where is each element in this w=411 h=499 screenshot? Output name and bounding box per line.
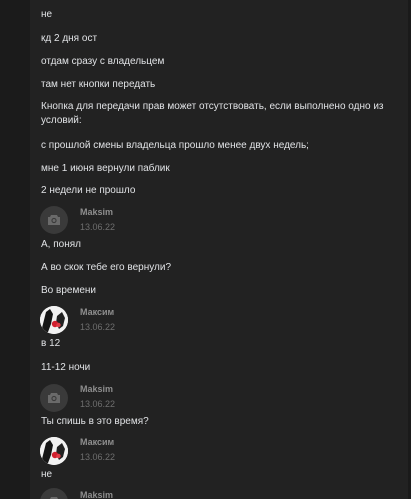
message-date: 13.06.22 bbox=[80, 399, 116, 409]
avatar[interactable] bbox=[40, 206, 68, 234]
message-date: 13.06.22 bbox=[80, 222, 116, 232]
message-text: 11-12 ночи bbox=[41, 362, 91, 373]
message-text: мне 1 июня вернули паблик bbox=[41, 163, 170, 174]
avatar[interactable] bbox=[40, 384, 68, 412]
message-author[interactable]: Maksim bbox=[80, 384, 113, 394]
message-text: А во скок тебе его вернули? bbox=[41, 262, 171, 273]
camera-icon bbox=[48, 393, 60, 403]
camera-icon bbox=[48, 215, 60, 225]
message-author[interactable]: Maksim bbox=[80, 490, 113, 499]
message-text: отдам сразу с владельцем bbox=[41, 56, 165, 67]
message-text: не bbox=[41, 9, 53, 20]
message-text: 2 недели не прошло bbox=[41, 185, 136, 196]
message-text: кд 2 дня ост bbox=[41, 33, 98, 44]
profile-photo bbox=[40, 437, 68, 465]
message-text: А, понял bbox=[41, 239, 81, 250]
message-text: там нет кнопки передать bbox=[41, 79, 156, 90]
message-text: Во времени bbox=[41, 285, 96, 296]
message-text: в 12 bbox=[41, 338, 61, 349]
message-text: не bbox=[41, 469, 53, 480]
avatar[interactable] bbox=[40, 306, 68, 334]
message-text: Кнопка для передачи прав может отсутство… bbox=[41, 101, 384, 126]
chat-window: не кд 2 дня ост отдам сразу с владельцем… bbox=[0, 0, 411, 499]
message-date: 13.06.22 bbox=[80, 322, 116, 332]
message-text: Ты спишь в это время? bbox=[41, 416, 149, 427]
message-text: с прошлой смены владельца прошло менее д… bbox=[41, 140, 309, 151]
avatar[interactable] bbox=[40, 437, 68, 465]
left-sidebar bbox=[0, 0, 30, 499]
message-author[interactable]: Максим bbox=[80, 307, 114, 317]
profile-photo bbox=[40, 306, 68, 334]
message-author[interactable]: Максим bbox=[80, 437, 114, 447]
message-date: 13.06.22 bbox=[80, 452, 116, 462]
message-author[interactable]: Maksim bbox=[80, 207, 113, 217]
